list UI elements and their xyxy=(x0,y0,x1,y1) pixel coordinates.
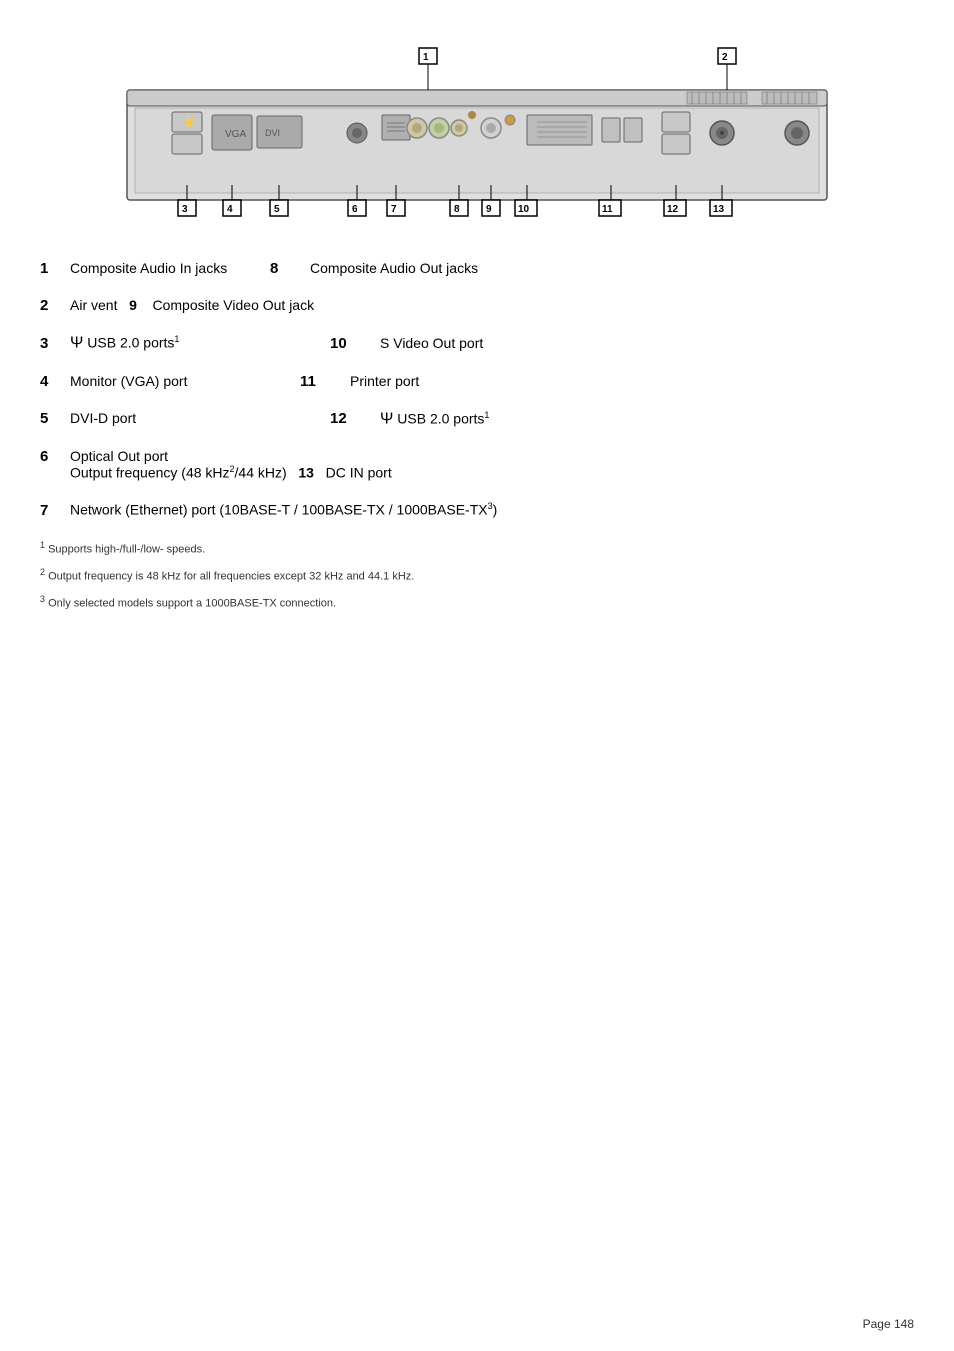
svg-text:DVI: DVI xyxy=(265,128,280,138)
legend-desc2-3: S Video Out port xyxy=(380,335,483,351)
svg-text:10: 10 xyxy=(518,204,530,215)
legend-desc-1: Composite Audio In jacks xyxy=(70,260,270,276)
svg-text:4: 4 xyxy=(227,204,233,215)
legend-num-3: 3 xyxy=(40,335,70,352)
legend-num2-4: 11 xyxy=(300,373,340,390)
legend-row-1: 1 Composite Audio In jacks 8 Composite A… xyxy=(40,260,914,277)
legend-num-4: 4 xyxy=(40,373,70,390)
svg-text:⚡: ⚡ xyxy=(182,115,197,129)
back-panel-diagram: ⚡ VGA DVI xyxy=(97,40,857,240)
footnote-1: 1 Supports high-/full-/low- speeds. xyxy=(40,539,914,558)
legend-row-2: 2 Air vent 9 Composite Video Out jack xyxy=(40,297,914,314)
legend-num-7: 7 xyxy=(40,502,70,519)
legend-num-1: 1 xyxy=(40,260,70,277)
legend-num-2: 2 xyxy=(40,297,70,314)
footnotes-area: 1 Supports high-/full-/low- speeds. 2 Ou… xyxy=(40,539,914,612)
legend-row-5: 5 DVI-D port 12 Ψ USB 2.0 ports1 xyxy=(40,410,914,429)
svg-text:6: 6 xyxy=(352,204,358,215)
legend-desc2-1: Composite Audio Out jacks xyxy=(310,260,478,276)
svg-text:VGA: VGA xyxy=(225,129,246,140)
svg-text:8: 8 xyxy=(454,204,460,215)
page-container: ⚡ VGA DVI xyxy=(0,0,954,680)
legend-desc-4: Monitor (VGA) port xyxy=(70,373,270,389)
legend-num-6: 6 xyxy=(40,448,70,465)
legend-num2-1: 8 xyxy=(270,260,310,277)
legend-row-6: 6 Optical Out port Output frequency (48 … xyxy=(40,448,914,481)
footnote-2: 2 Output frequency is 48 kHz for all fre… xyxy=(40,566,914,585)
legend-row-4: 4 Monitor (VGA) port 11 Printer port xyxy=(40,373,914,390)
legend-row-3: 3 Ψ USB 2.0 ports1 10 S Video Out port xyxy=(40,334,914,353)
diagram-area: ⚡ VGA DVI xyxy=(40,40,914,240)
legend-desc-5: DVI-D port xyxy=(70,410,270,426)
legend-area: 1 Composite Audio In jacks 8 Composite A… xyxy=(40,260,914,519)
legend-desc2-4: Printer port xyxy=(350,373,419,389)
svg-text:5: 5 xyxy=(274,204,280,215)
svg-text:2: 2 xyxy=(722,52,728,63)
svg-text:12: 12 xyxy=(667,204,679,215)
legend-num-5: 5 xyxy=(40,410,70,427)
legend-desc-6-line2: Output frequency (48 kHz2/44 kHz) 13 DC … xyxy=(70,464,392,481)
legend-desc-6-line1: Optical Out port xyxy=(70,448,392,464)
legend-num2-5: 12 xyxy=(330,410,370,427)
legend-row-7: 7 Network (Ethernet) port (10BASE-T / 10… xyxy=(40,501,914,519)
svg-text:11: 11 xyxy=(602,204,613,215)
legend-num2-3: 10 xyxy=(330,335,370,352)
legend-desc-7: Network (Ethernet) port (10BASE-T / 100B… xyxy=(70,501,497,518)
legend-desc-3: Ψ USB 2.0 ports1 xyxy=(70,334,270,353)
legend-desc-2: Air vent 9 Composite Video Out jack xyxy=(70,297,314,313)
footnote-3: 3 Only selected models support a 1000BAS… xyxy=(40,593,914,612)
svg-text:7: 7 xyxy=(391,204,397,215)
svg-text:9: 9 xyxy=(486,204,492,215)
legend-desc2-5: Ψ USB 2.0 ports1 xyxy=(380,410,489,429)
svg-text:13: 13 xyxy=(713,204,725,215)
svg-text:1: 1 xyxy=(423,52,429,63)
svg-text:3: 3 xyxy=(182,204,188,215)
page-number: Page 148 xyxy=(863,1317,914,1331)
